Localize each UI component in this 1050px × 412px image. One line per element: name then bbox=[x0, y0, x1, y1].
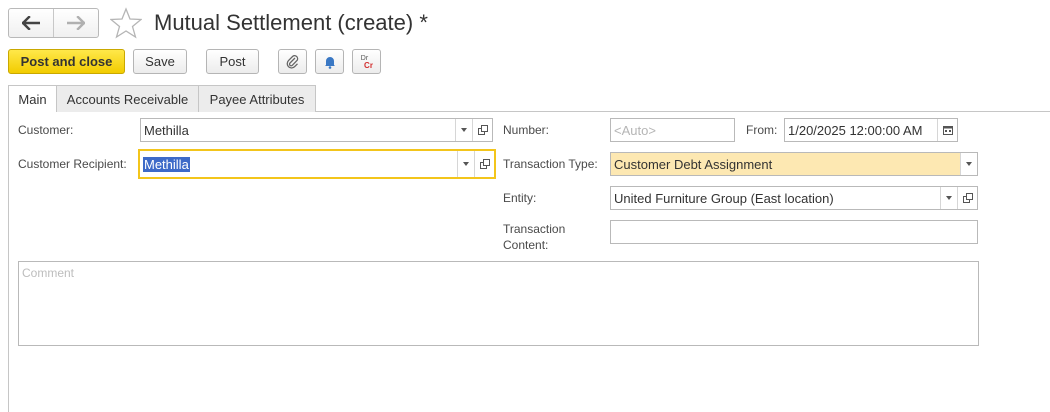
entity-value: United Furniture Group (East location) bbox=[614, 190, 834, 206]
number-label: Number: bbox=[503, 123, 550, 137]
entity-label: Entity: bbox=[503, 191, 537, 205]
page-title: Mutual Settlement (create) * bbox=[154, 10, 428, 35]
customer-recipient-open-button[interactable] bbox=[474, 151, 494, 177]
customer-value: Methilla bbox=[144, 122, 189, 138]
customer-recipient-field[interactable]: Methilla bbox=[138, 149, 496, 179]
tab-accounts-receivable[interactable]: Accounts Receivable bbox=[56, 85, 199, 112]
calendar-icon bbox=[942, 126, 953, 135]
customer-dropdown-button[interactable] bbox=[455, 119, 472, 141]
arrow-right-icon bbox=[67, 16, 85, 30]
post-button[interactable]: Post bbox=[206, 49, 259, 74]
transaction-type-field[interactable]: Customer Debt Assignment bbox=[610, 152, 978, 176]
attachment-button[interactable] bbox=[278, 49, 307, 74]
reminder-button[interactable] bbox=[315, 49, 344, 74]
comment-textarea[interactable]: Comment bbox=[18, 261, 979, 346]
transaction-type-label: Transaction Type: bbox=[503, 157, 598, 171]
arrow-left-icon bbox=[22, 16, 40, 30]
entity-field[interactable]: United Furniture Group (East location) bbox=[610, 186, 978, 210]
entity-open-button[interactable] bbox=[957, 187, 977, 209]
customer-field[interactable]: Methilla bbox=[140, 118, 493, 142]
customer-open-button[interactable] bbox=[472, 119, 492, 141]
comment-placeholder: Comment bbox=[22, 266, 75, 280]
transaction-content-label-line2: Content: bbox=[503, 238, 549, 252]
forward-button[interactable] bbox=[53, 9, 98, 37]
transaction-content-field[interactable] bbox=[610, 220, 978, 244]
transaction-content-label: Transaction Content: bbox=[503, 221, 565, 253]
transaction-type-value: Customer Debt Assignment bbox=[614, 156, 773, 172]
number-field[interactable]: <Auto> bbox=[610, 118, 735, 142]
panel-left-border bbox=[8, 111, 9, 412]
customer-recipient-dropdown-button[interactable] bbox=[457, 151, 474, 177]
save-button[interactable]: Save bbox=[133, 49, 187, 74]
open-window-icon bbox=[477, 125, 488, 135]
entity-dropdown-button[interactable] bbox=[940, 187, 957, 209]
paperclip-icon bbox=[286, 54, 298, 69]
dr-cr-button[interactable]: Dr Cr bbox=[352, 49, 381, 74]
tab-payee-attributes[interactable]: Payee Attributes bbox=[198, 85, 316, 112]
favorite-star-icon[interactable] bbox=[109, 7, 143, 39]
cr-label: Cr bbox=[364, 60, 373, 70]
tab-main[interactable]: Main bbox=[8, 85, 57, 112]
chevron-down-icon bbox=[966, 162, 972, 166]
calendar-button[interactable] bbox=[937, 119, 957, 141]
open-window-icon bbox=[479, 159, 490, 169]
chevron-down-icon bbox=[461, 128, 467, 132]
open-window-icon bbox=[962, 193, 973, 203]
from-date-value: 1/20/2025 12:00:00 AM bbox=[788, 122, 923, 138]
customer-recipient-label: Customer Recipient: bbox=[18, 157, 127, 171]
bell-icon bbox=[324, 56, 335, 69]
back-button[interactable] bbox=[9, 9, 53, 37]
customer-label: Customer: bbox=[18, 123, 74, 137]
chevron-down-icon bbox=[946, 196, 952, 200]
post-and-close-button[interactable]: Post and close bbox=[8, 49, 125, 74]
number-placeholder: <Auto> bbox=[614, 122, 656, 138]
customer-recipient-value: Methilla bbox=[143, 156, 190, 172]
from-date-field[interactable]: 1/20/2025 12:00:00 AM bbox=[784, 118, 958, 142]
navigation-buttons bbox=[8, 8, 99, 38]
chevron-down-icon bbox=[463, 162, 469, 166]
transaction-type-dropdown-button[interactable] bbox=[960, 153, 977, 175]
from-label: From: bbox=[746, 123, 778, 137]
transaction-content-label-line1: Transaction bbox=[503, 222, 566, 236]
